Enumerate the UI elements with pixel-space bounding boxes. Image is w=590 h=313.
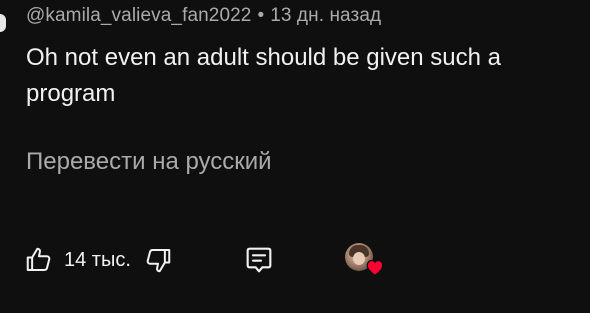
author-handle[interactable]: @kamila_valieva_fan2022 bbox=[26, 5, 251, 26]
thumbs-down-icon bbox=[143, 245, 173, 275]
comment-card: @kamila_valieva_fan2022 • 13 дн. назад Oh … bbox=[0, 0, 590, 313]
comment-timestamp: 13 дн. назад bbox=[270, 5, 382, 26]
heart-icon bbox=[365, 258, 385, 281]
like-button[interactable]: 14 тыс. bbox=[24, 245, 131, 275]
comment-meta: @kamila_valieva_fan2022 • 13 дн. назад bbox=[26, 5, 381, 27]
meta-separator: • bbox=[257, 5, 265, 26]
comment-actions: 14 тыс. bbox=[24, 240, 384, 280]
comment-text: Oh not even an adult should be given suc… bbox=[26, 44, 502, 107]
like-count: 14 тыс. bbox=[64, 248, 131, 271]
translate-link[interactable]: Перевести на русский bbox=[26, 148, 272, 176]
reply-button[interactable] bbox=[243, 244, 275, 276]
thumbs-up-icon bbox=[24, 245, 54, 275]
dislike-button[interactable] bbox=[143, 245, 173, 275]
avatar-face bbox=[352, 252, 365, 265]
creator-heart-badge[interactable] bbox=[344, 243, 384, 277]
avatar-edge[interactable] bbox=[0, 14, 6, 32]
comment-reply-icon bbox=[243, 244, 275, 276]
